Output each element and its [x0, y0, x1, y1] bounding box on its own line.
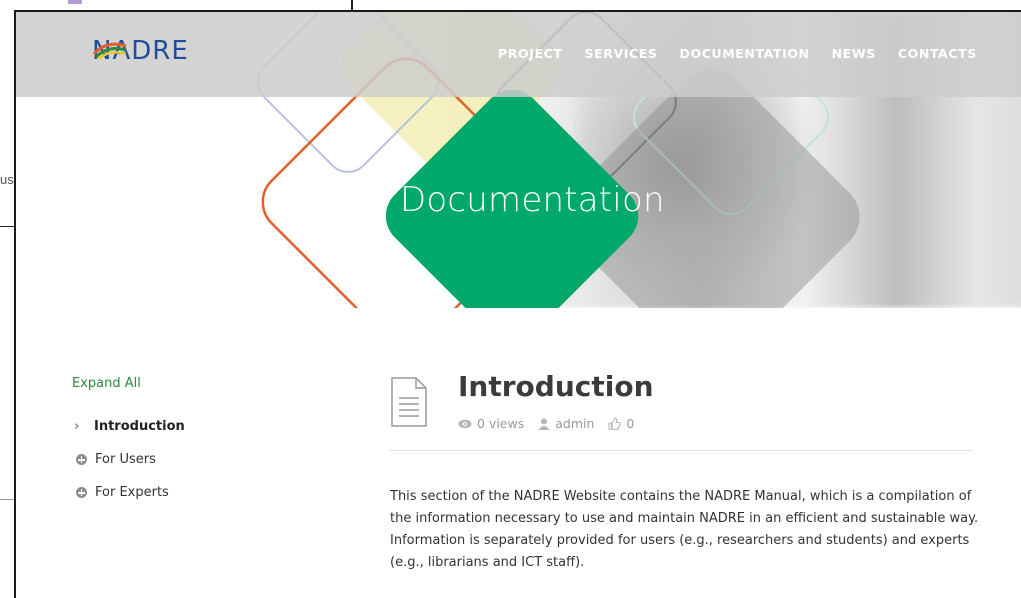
- plus-circle-icon: [76, 487, 87, 498]
- sidebar-item-introduction[interactable]: › Introduction: [74, 419, 185, 434]
- views-count: 0 views: [458, 416, 524, 431]
- sidebar-item-label: For Users: [95, 452, 156, 467]
- nav-documentation[interactable]: DOCUMENTATION: [680, 46, 810, 61]
- hero-title: Documentation: [400, 180, 665, 220]
- sidebar-item-label: For Experts: [95, 485, 169, 500]
- background-divider: [0, 226, 14, 227]
- hero-banner: Documentation NADRE PROJECT SERVICES DOC…: [16, 12, 1021, 308]
- article-meta: 0 views admin 0: [458, 416, 634, 431]
- views-label: 0 views: [477, 416, 525, 431]
- header-bar: NADRE PROJECT SERVICES DOCUMENTATION NEW…: [16, 12, 1021, 97]
- sidebar-item-for-experts[interactable]: For Experts: [76, 485, 169, 500]
- author-name: admin: [555, 416, 595, 431]
- like-count[interactable]: 0: [608, 416, 634, 431]
- thumbs-up-icon: [608, 417, 622, 430]
- nav-services[interactable]: SERVICES: [585, 46, 658, 61]
- background-partial-text: us: [0, 172, 14, 187]
- eye-icon: [458, 419, 472, 428]
- background-accent: [68, 0, 82, 4]
- document-icon: [391, 377, 427, 427]
- nav-contacts[interactable]: CONTACTS: [898, 46, 977, 61]
- browser-frame: Documentation NADRE PROJECT SERVICES DOC…: [14, 10, 1021, 598]
- background-divider: [0, 499, 14, 500]
- article-title: Introduction: [458, 370, 654, 403]
- article-body: This section of the NADRE Website contai…: [390, 489, 979, 570]
- sidebar-item-label: Introduction: [94, 419, 185, 434]
- author: admin: [538, 416, 594, 431]
- plus-circle-icon: [76, 454, 87, 465]
- user-icon: [538, 418, 550, 430]
- sidebar-item-for-users[interactable]: For Users: [76, 452, 156, 467]
- site-logo[interactable]: NADRE: [92, 36, 189, 66]
- nav-news[interactable]: NEWS: [832, 46, 876, 61]
- chevron-right-icon: ›: [74, 419, 80, 434]
- main-nav: PROJECT SERVICES DOCUMENTATION NEWS CONT…: [498, 46, 977, 61]
- logo-swoosh-icon: [92, 42, 127, 60]
- article-divider: [390, 450, 972, 451]
- like-count-label: 0: [626, 416, 635, 431]
- expand-all-link[interactable]: Expand All: [72, 376, 141, 391]
- nav-project[interactable]: PROJECT: [498, 46, 563, 61]
